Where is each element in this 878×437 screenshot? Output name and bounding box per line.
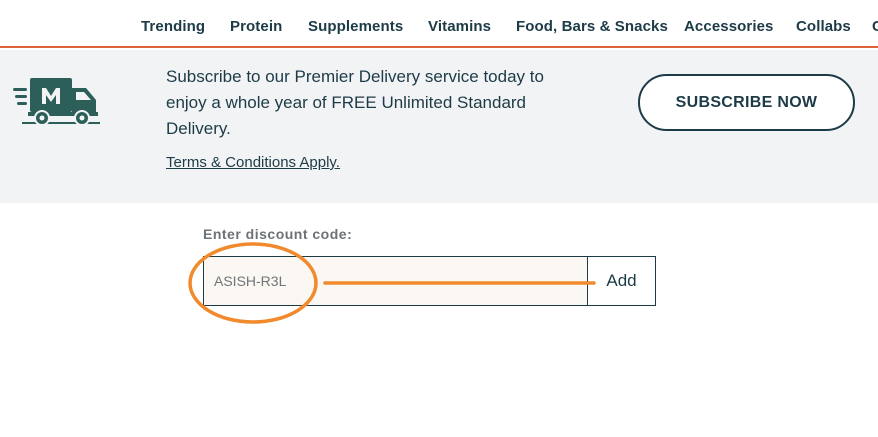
nav-item-accessories[interactable]: Accessories <box>684 18 774 35</box>
nav-item-trending[interactable]: Trending <box>141 18 205 35</box>
discount-code-label: Enter discount code: <box>203 226 353 242</box>
nav-item-overflow[interactable]: C <box>872 18 878 35</box>
delivery-truck-icon <box>13 78 100 126</box>
nav-item-supplements[interactable]: Supplements <box>308 18 403 35</box>
premier-delivery-banner: Subscribe to our Premier Delivery servic… <box>0 50 878 203</box>
nav-item-vitamins[interactable]: Vitamins <box>428 18 491 35</box>
discount-code-form: Add <box>203 256 656 306</box>
add-discount-button[interactable]: Add <box>587 257 655 305</box>
checkout-page: Trending Protein Supplements Vitamins Fo… <box>0 0 878 437</box>
discount-code-input[interactable] <box>204 257 587 305</box>
top-nav: Trending Protein Supplements Vitamins Fo… <box>0 0 878 48</box>
nav-item-collabs[interactable]: Collabs <box>796 18 851 35</box>
banner-message: Subscribe to our Premier Delivery servic… <box>166 67 544 138</box>
subscribe-now-button[interactable]: SUBSCRIBE NOW <box>638 74 855 131</box>
terms-link[interactable]: Terms & Conditions Apply. <box>166 154 340 171</box>
nav-item-protein[interactable]: Protein <box>230 18 282 35</box>
nav-item-food-bars-snacks[interactable]: Food, Bars & Snacks <box>516 18 668 35</box>
